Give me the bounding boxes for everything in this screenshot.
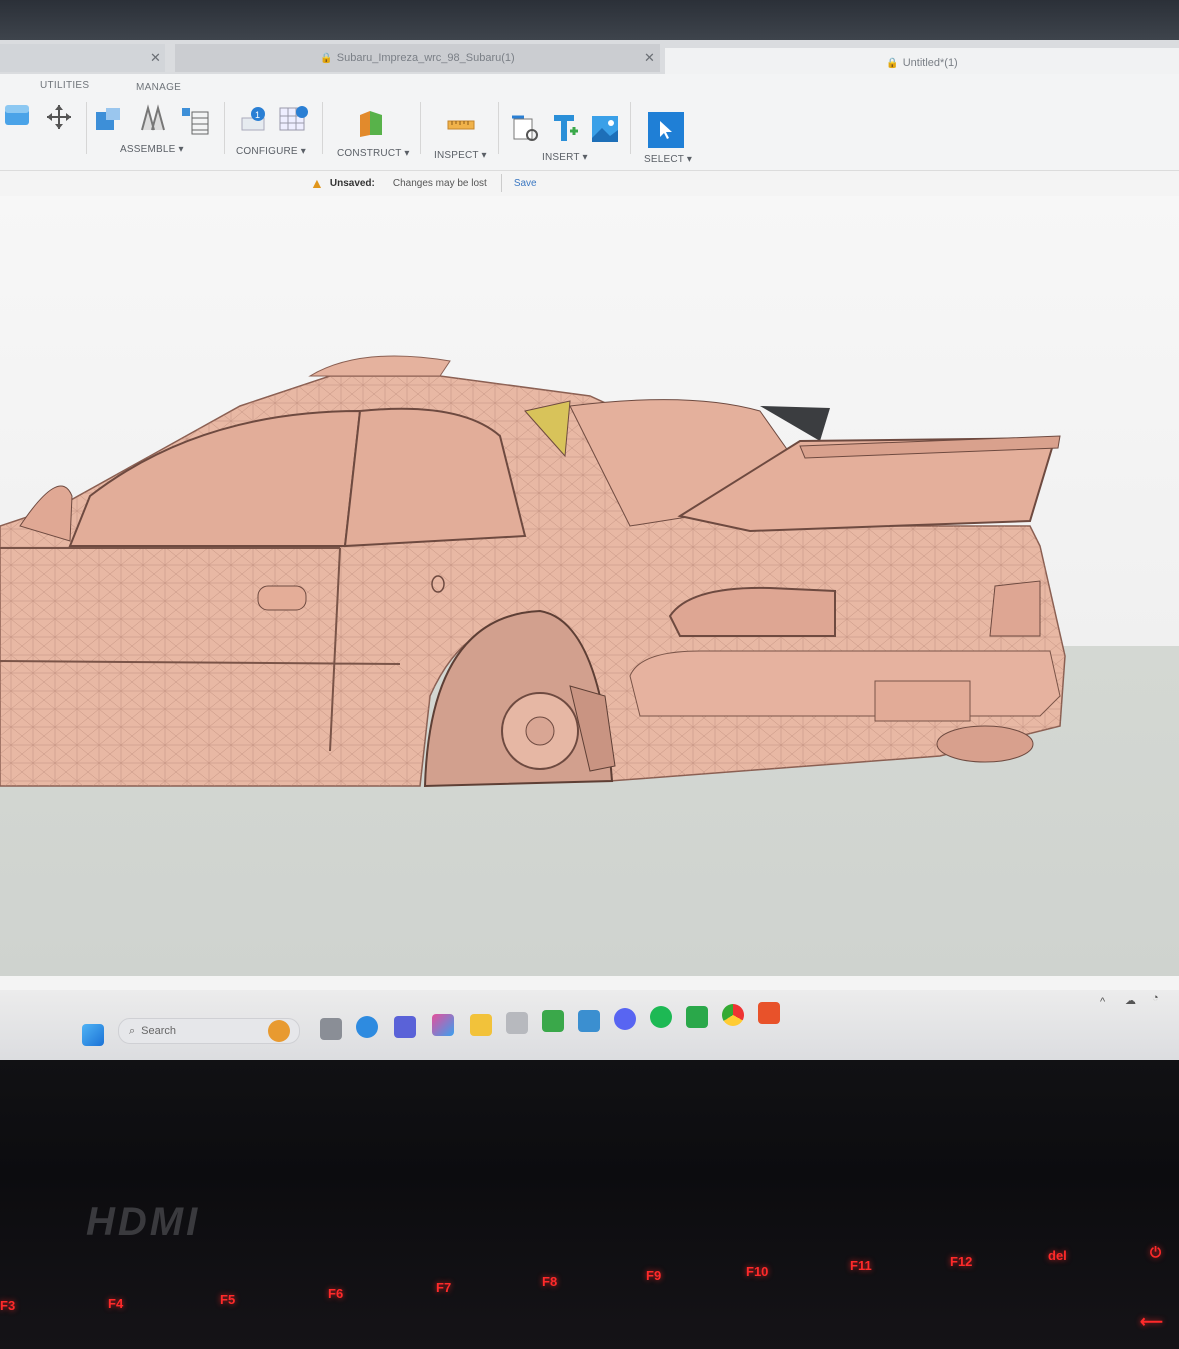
- measure-icon[interactable]: [446, 112, 476, 142]
- key-f5: F5: [220, 1292, 236, 1307]
- ribbon-toolbar: UTILITIES MANAGE ASSEMBLE ▾ 1 CONFIGURE …: [0, 74, 1179, 171]
- configure-menu[interactable]: CONFIGURE ▾: [236, 146, 306, 157]
- manage-tab[interactable]: MANAGE: [136, 82, 181, 93]
- key-f7: F7: [436, 1280, 452, 1295]
- utilities-tab[interactable]: UTILITIES: [40, 80, 89, 91]
- key-f3: F3: [0, 1298, 16, 1313]
- divider: [224, 102, 225, 154]
- divider: [86, 102, 87, 154]
- search-placeholder: Search: [141, 1025, 177, 1037]
- assemble-menu[interactable]: ASSEMBLE ▾: [120, 144, 184, 155]
- copilot-icon[interactable]: [432, 1014, 454, 1036]
- unsaved-banner: ▲ Unsaved: Changes may be lost Save: [310, 172, 537, 194]
- new-component-icon[interactable]: [94, 104, 124, 134]
- key-f10: F10: [746, 1264, 769, 1279]
- file-explorer-icon[interactable]: [470, 1014, 492, 1036]
- key-f4: F4: [108, 1296, 124, 1311]
- monitor-bezel: [0, 0, 1179, 40]
- divider: [630, 102, 631, 154]
- tab-previous[interactable]: [0, 44, 165, 72]
- box-tool-icon[interactable]: [2, 100, 32, 130]
- key-f12: F12: [950, 1254, 973, 1269]
- lock-icon: 🔒: [320, 52, 333, 64]
- close-icon[interactable]: ✕: [644, 50, 655, 66]
- widgets-icon[interactable]: [268, 1020, 290, 1042]
- construct-plane-icon[interactable]: [356, 108, 386, 138]
- lock-icon: 🔒: [886, 57, 899, 69]
- discord-icon[interactable]: [614, 1008, 636, 1030]
- document-tab-bar: ✕ 🔒 Subaru_Impreza_wrc_98_Subaru(1) ✕ 🔒 …: [0, 40, 1179, 90]
- insert-menu[interactable]: INSERT ▾: [542, 152, 588, 163]
- store-icon[interactable]: [506, 1012, 528, 1034]
- edge-icon[interactable]: [356, 1016, 378, 1038]
- xbox-icon[interactable]: [542, 1010, 564, 1032]
- warning-icon: ▲: [310, 175, 324, 191]
- inspect-menu[interactable]: INSPECT ▾: [434, 150, 487, 161]
- key-delete: del: [1048, 1248, 1067, 1263]
- configure-table-icon[interactable]: [278, 104, 308, 134]
- key-f9: F9: [646, 1268, 662, 1283]
- windows-taskbar: ⌕ Search ^ ☁ ◔: [0, 990, 1179, 1060]
- divider: [322, 102, 323, 154]
- search-icon: ⌕: [129, 1024, 136, 1037]
- move-icon[interactable]: [44, 102, 74, 132]
- tab-subaru-impreza[interactable]: 🔒 Subaru_Impreza_wrc_98_Subaru(1): [175, 44, 660, 72]
- backspace-arrow-icon: ⟵: [1140, 1314, 1163, 1331]
- laptop-keyboard: HDMI F3 F4 F5 F6 F7 F8 F9 F10 F11 F12 de…: [0, 1060, 1179, 1349]
- select-menu[interactable]: SELECT ▾: [644, 154, 692, 165]
- cloud-icon[interactable]: ☁: [1125, 994, 1136, 1007]
- select-cursor-icon[interactable]: [648, 112, 684, 148]
- tray-chevron-icon[interactable]: ^: [1100, 996, 1105, 1008]
- insert-canvas-icon[interactable]: [590, 114, 620, 144]
- bill-of-materials-icon[interactable]: [180, 106, 210, 136]
- task-view-icon[interactable]: [320, 1018, 342, 1040]
- divider: [498, 102, 499, 154]
- start-icon[interactable]: [82, 1024, 104, 1046]
- construct-menu[interactable]: CONSTRUCT ▾: [337, 148, 410, 159]
- joint-icon[interactable]: [138, 104, 168, 134]
- tab-label: Subaru_Impreza_wrc_98_Subaru(1): [336, 52, 515, 64]
- key-f6: F6: [328, 1286, 344, 1301]
- divider: [420, 102, 421, 154]
- insert-derive-icon[interactable]: [510, 112, 540, 142]
- svg-text:1: 1: [255, 110, 260, 120]
- teams-icon[interactable]: [394, 1016, 416, 1038]
- configure-icon[interactable]: 1: [240, 104, 270, 134]
- divider: [500, 174, 502, 192]
- close-icon[interactable]: ✕: [150, 50, 161, 66]
- unsaved-message: Changes may be lost: [392, 177, 487, 189]
- chrome-icon[interactable]: [722, 1004, 744, 1026]
- door-handle: [257, 585, 307, 611]
- key-f8: F8: [542, 1274, 558, 1289]
- hdmi-logo: HDMI: [86, 1200, 201, 1244]
- car-model[interactable]: [0, 196, 1179, 966]
- front-window: [68, 409, 362, 547]
- insert-mcmaster-icon[interactable]: [550, 112, 580, 142]
- fusion-icon[interactable]: [578, 1010, 600, 1032]
- save-link[interactable]: Save: [514, 178, 537, 189]
- unsaved-label: Unsaved:: [329, 177, 375, 189]
- 3d-viewport[interactable]: ⊕▾ ▤ ✋ 🔍 ⌕▾ ▣▾ ▦▾ ◫▾: [0, 196, 1179, 976]
- power-key-icon: ⏻: [1150, 1244, 1162, 1260]
- app-icon[interactable]: [758, 1002, 780, 1024]
- wifi-icon[interactable]: ◔: [1152, 992, 1159, 1004]
- tab-label: Untitled*(1): [902, 57, 958, 69]
- monitor-screen: ✕ 🔒 Subaru_Impreza_wrc_98_Subaru(1) ✕ 🔒 …: [0, 0, 1179, 1060]
- key-f11: F11: [850, 1258, 872, 1273]
- app-icon[interactable]: [686, 1006, 708, 1028]
- spotify-icon[interactable]: [650, 1006, 672, 1028]
